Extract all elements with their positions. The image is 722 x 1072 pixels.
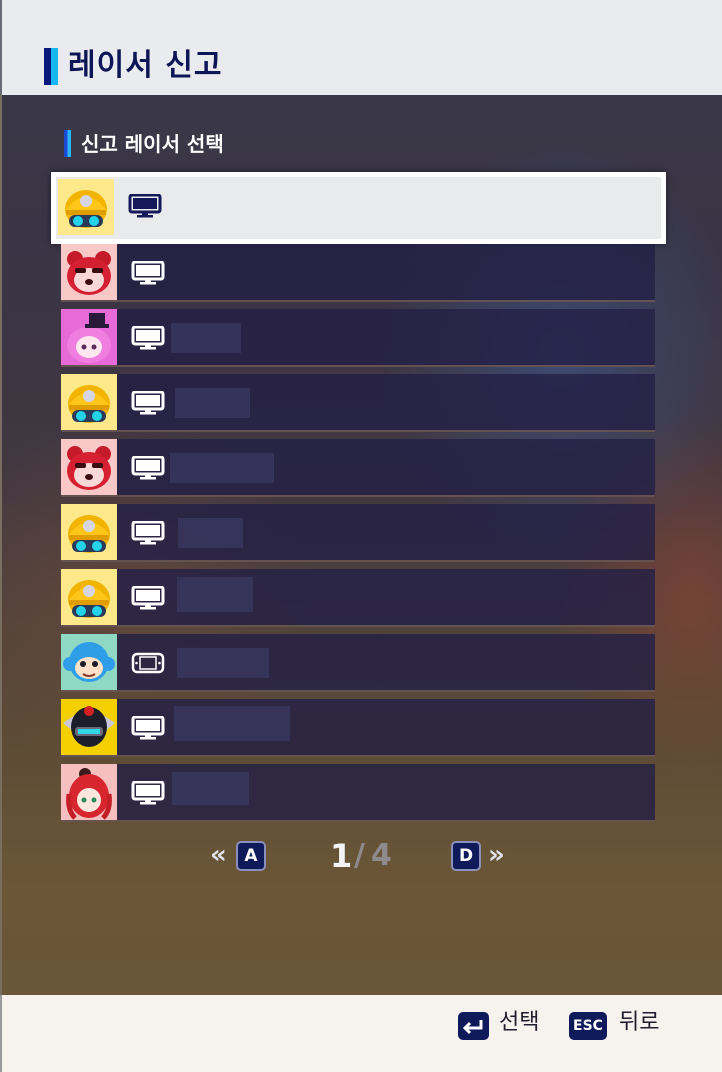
pink-hair-tophat-avatar-icon bbox=[61, 309, 117, 365]
prev-page-key[interactable]: A bbox=[236, 841, 266, 871]
racer-row[interactable] bbox=[61, 764, 655, 822]
footer: 선택 ESC 뒤로 bbox=[0, 995, 722, 1072]
racer-row[interactable] bbox=[61, 309, 655, 367]
red-hair-girl-avatar-icon bbox=[61, 764, 117, 820]
pc-monitor-icon bbox=[131, 325, 165, 350]
page-separator: / bbox=[354, 838, 365, 873]
pc-monitor-icon bbox=[131, 455, 165, 480]
hardhat-helmet-avatar-icon bbox=[61, 504, 117, 560]
hardhat-helmet-avatar-icon bbox=[58, 179, 114, 235]
red-panda-avatar-icon bbox=[61, 244, 117, 300]
current-page: 1 bbox=[330, 837, 353, 875]
racer-row[interactable] bbox=[61, 504, 655, 562]
racer-row[interactable] bbox=[61, 374, 655, 432]
pc-monitor-icon bbox=[131, 520, 165, 545]
racer-name-redacted bbox=[177, 577, 253, 612]
racer-name-redacted bbox=[172, 772, 249, 805]
header: 레이서 신고 bbox=[0, 0, 722, 95]
pc-monitor-icon bbox=[128, 193, 162, 218]
section-title: 신고 레이서 선택 bbox=[81, 132, 224, 156]
racer-name-redacted bbox=[174, 706, 290, 741]
black-winged-helmet-avatar-icon bbox=[61, 699, 117, 755]
handheld-console-icon bbox=[131, 651, 165, 675]
racer-row[interactable] bbox=[61, 244, 655, 302]
next-page-key[interactable]: D bbox=[451, 841, 481, 871]
racer-name-redacted bbox=[170, 453, 274, 483]
racer-row[interactable] bbox=[61, 634, 655, 692]
pc-monitor-icon bbox=[131, 390, 165, 415]
pagination: « A 1 / 4 D » bbox=[0, 836, 722, 876]
page-title: 레이서 신고 bbox=[68, 48, 223, 83]
racer-name-redacted bbox=[178, 518, 243, 548]
hardhat-helmet-avatar-icon bbox=[61, 569, 117, 625]
racer-name-redacted bbox=[171, 323, 241, 353]
racer-row[interactable] bbox=[51, 172, 666, 244]
racer-row[interactable] bbox=[61, 699, 655, 757]
title-accent-bar bbox=[44, 48, 58, 85]
pc-monitor-icon bbox=[131, 260, 165, 285]
select-label: 선택 bbox=[499, 1010, 540, 1035]
double-chevron-right-icon[interactable]: » bbox=[488, 838, 505, 872]
hardhat-helmet-avatar-icon bbox=[61, 374, 117, 430]
back-label: 뒤로 bbox=[619, 1010, 660, 1035]
pc-monitor-icon bbox=[131, 780, 165, 805]
racer-name-redacted bbox=[177, 648, 269, 678]
blue-monkey-avatar-icon bbox=[61, 634, 117, 690]
section-accent-bar bbox=[64, 130, 71, 157]
racer-name-redacted bbox=[175, 388, 250, 418]
pc-monitor-icon bbox=[131, 585, 165, 610]
double-chevron-left-icon[interactable]: « bbox=[210, 838, 227, 872]
total-pages: 4 bbox=[371, 838, 392, 873]
enter-icon[interactable] bbox=[458, 1012, 489, 1040]
racer-row[interactable] bbox=[61, 569, 655, 627]
racer-row[interactable] bbox=[61, 439, 655, 497]
pc-monitor-icon bbox=[131, 715, 165, 740]
red-panda-avatar-icon bbox=[61, 439, 117, 495]
esc-key[interactable]: ESC bbox=[569, 1012, 607, 1040]
